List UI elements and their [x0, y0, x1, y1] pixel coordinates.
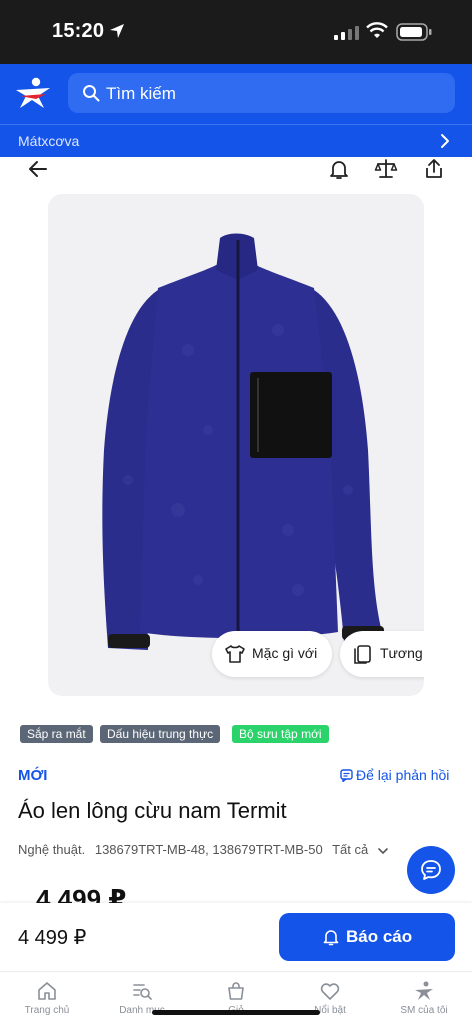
chat-bubble-icon — [421, 860, 441, 880]
tab-cart[interactable]: Giỏ — [196, 980, 276, 1024]
heart-icon — [320, 983, 340, 1000]
search-input[interactable]: Tìm kiếm — [68, 73, 455, 113]
compare-scales-icon[interactable] — [374, 157, 398, 181]
status-time: 15:20 — [52, 20, 105, 42]
tab-home[interactable]: Trang chủ — [7, 980, 87, 1024]
tag-coming-soon: Sắp ra mắt — [20, 725, 93, 743]
city-selector[interactable]: Mátxcơva — [0, 124, 472, 157]
report-button[interactable]: Báo cáo — [279, 913, 455, 961]
meta-show-all[interactable]: Tất cả — [332, 842, 368, 857]
similar-label: Tương tự — [380, 645, 424, 661]
product-photo — [102, 233, 384, 650]
sticky-price: 4 499 ₽ — [18, 927, 87, 949]
tab-profile-label: SM của tôi — [400, 1005, 448, 1016]
chevron-down-icon[interactable] — [378, 847, 388, 855]
tab-home-label: Trang chủ — [24, 1005, 70, 1016]
cart-icon — [228, 982, 244, 1000]
sticky-price-bar: 4 499 ₽ Báo cáo — [0, 903, 472, 971]
tshirt-icon — [225, 645, 245, 663]
sportmaster-logo-icon[interactable] — [14, 76, 52, 112]
app-header: Tìm kiếm — [0, 64, 472, 124]
tag-honest-sign: Dấu hiệu trung thực — [100, 725, 221, 743]
similar-items-icon — [354, 645, 371, 664]
catalog-icon — [133, 984, 152, 1000]
bottom-tab-bar: Trang chủ Danh mục Giỏ Nổi bật SM của tô… — [0, 971, 472, 1024]
leave-review-label: Để lại phản hồi — [356, 767, 450, 783]
meta-article-codes: 138679TRT-MB-48, 138679TRT-MB-50 — [94, 842, 323, 857]
chevron-right-icon — [441, 134, 449, 148]
share-icon[interactable] — [422, 157, 446, 181]
location-arrow-icon — [110, 24, 124, 38]
bell-icon — [323, 930, 339, 946]
new-badge: MỚI — [18, 767, 48, 784]
home-icon — [38, 982, 56, 1000]
bell-icon[interactable] — [327, 157, 351, 181]
meta-article-label: Nghệ thuật. — [18, 842, 86, 857]
product-nav-row — [0, 157, 472, 183]
product-image-gallery[interactable]: Mặc gì với Tương tự — [48, 194, 424, 696]
signal-icon — [334, 26, 359, 40]
similar-chip[interactable]: Tương tự — [340, 631, 424, 677]
search-placeholder: Tìm kiếm — [106, 84, 176, 103]
comment-icon — [340, 769, 353, 782]
tab-profile[interactable]: SM của tôi — [384, 980, 464, 1024]
wifi-icon — [366, 22, 388, 38]
search-icon — [83, 85, 100, 102]
tab-favorites[interactable]: Nổi bật — [290, 980, 370, 1024]
battery-icon — [396, 23, 432, 41]
tab-catalog[interactable]: Danh mục — [102, 980, 182, 1024]
report-label: Báo cáo — [346, 927, 413, 946]
tag-new-collection: Bộ sưu tập mới — [232, 725, 329, 743]
product-title: Áo len lông cừu nam Termit — [18, 798, 287, 823]
back-arrow-icon[interactable] — [26, 157, 50, 181]
profile-icon — [415, 981, 433, 1000]
chat-button[interactable] — [407, 846, 455, 894]
home-indicator — [152, 1010, 320, 1015]
city-label: Mátxcơva — [18, 133, 80, 149]
what-to-wear-chip[interactable]: Mặc gì với — [212, 631, 332, 677]
product-meta: Nghệ thuật. 138679TRT-MB-48, 138679TRT-M… — [18, 842, 388, 857]
what-to-wear-label: Mặc gì với — [252, 645, 318, 661]
status-bar: 15:20 — [0, 0, 472, 64]
